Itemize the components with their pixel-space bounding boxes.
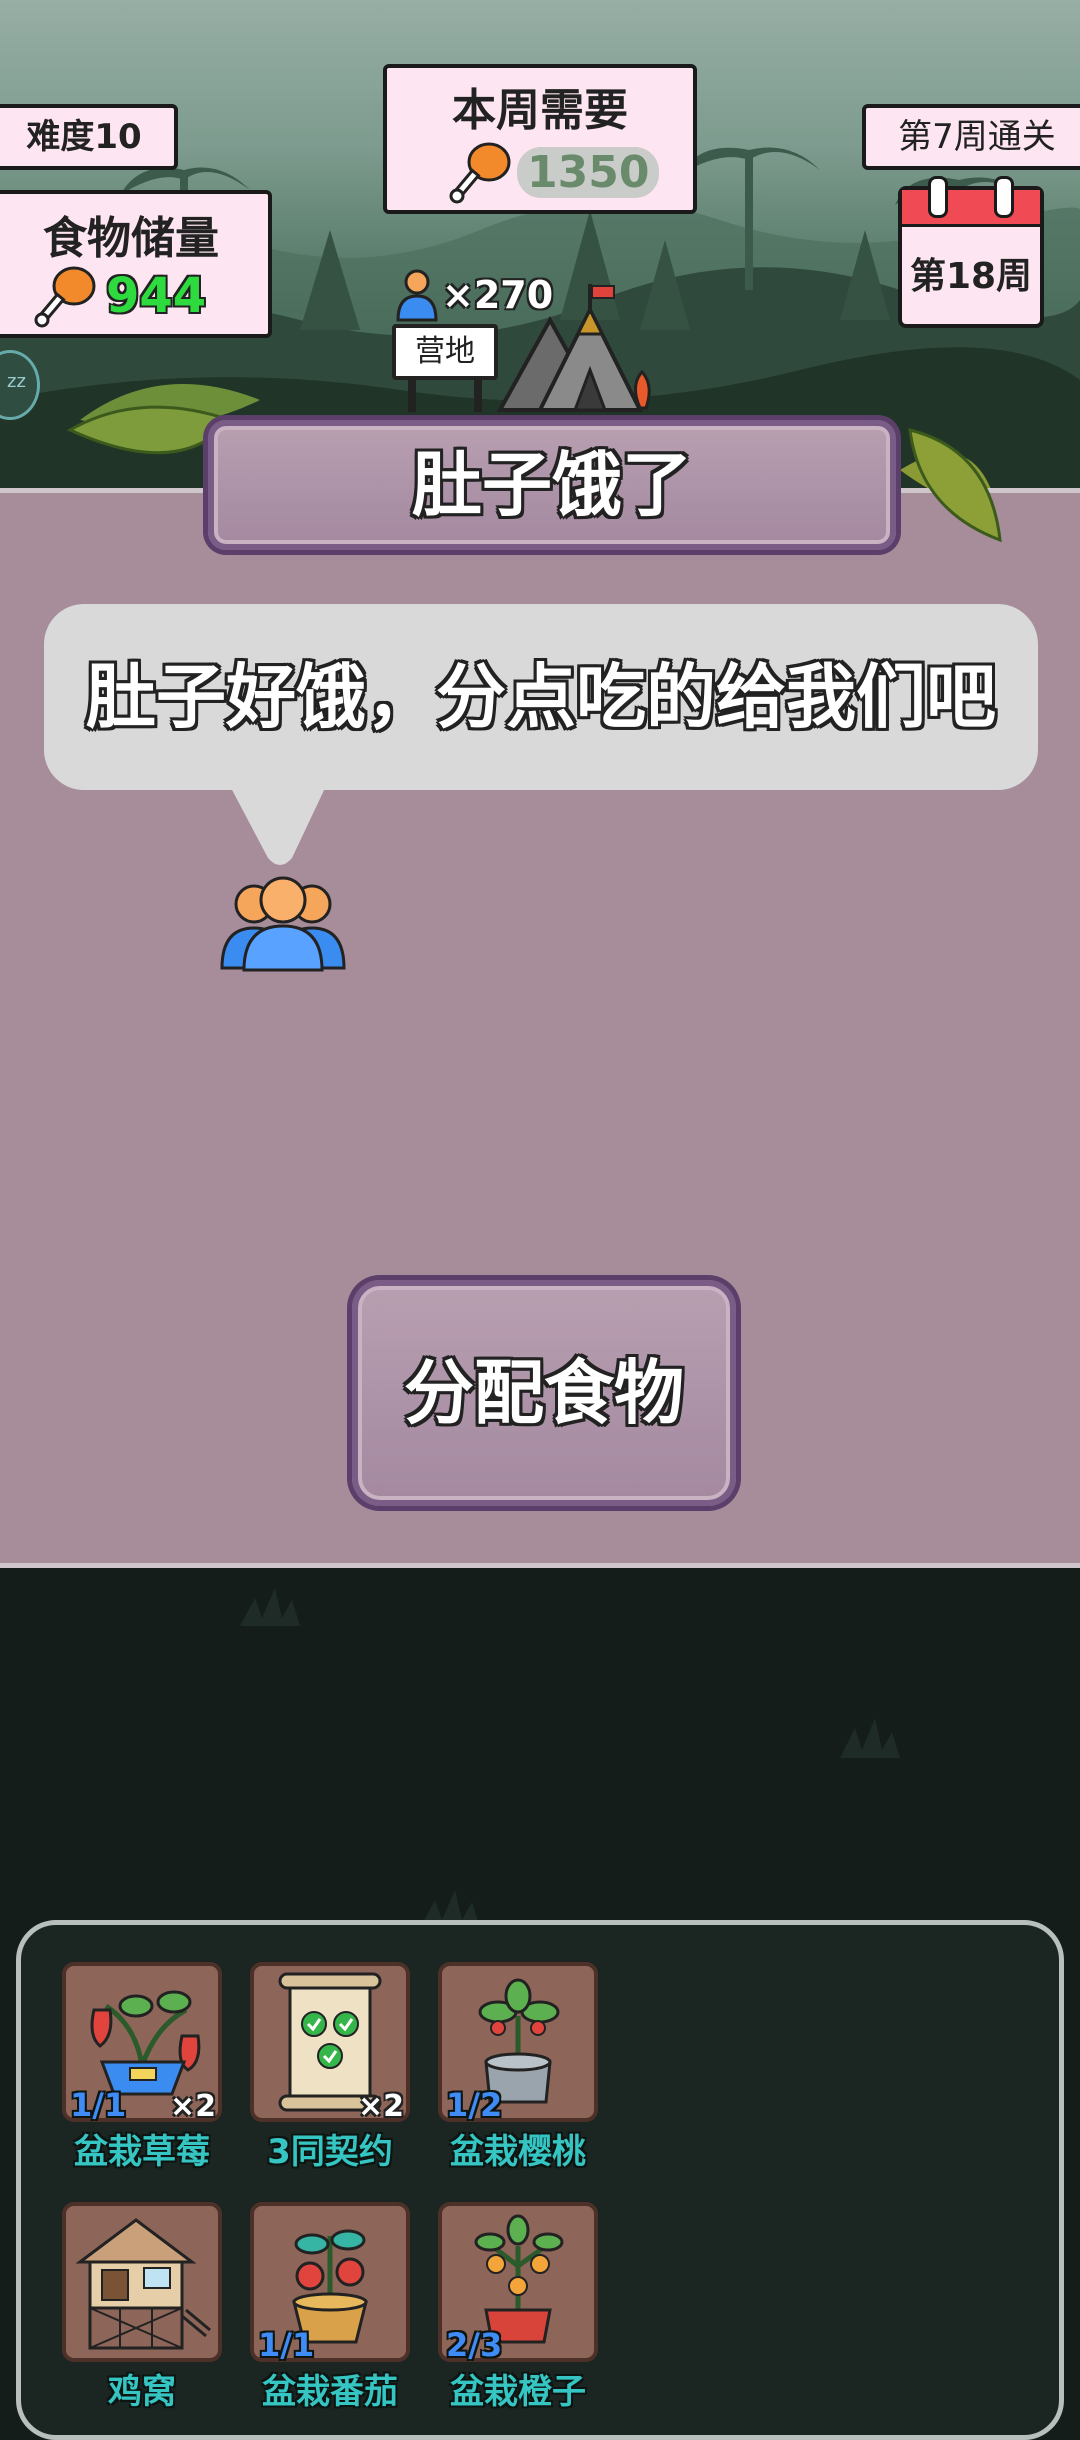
event-title: 肚子饿了 xyxy=(412,444,692,526)
speech-bubble-tail xyxy=(230,786,326,865)
camp-label: 营地 xyxy=(415,334,475,369)
chicken-coop-icon xyxy=(75,2218,211,2350)
slot-label: 鸡窝 xyxy=(108,2372,176,2412)
drumstick-icon xyxy=(34,266,96,328)
slot-label: 盆栽草莓 xyxy=(74,2132,210,2172)
weekly-need-value: 1350 xyxy=(517,146,660,198)
food-storage-value: 944 xyxy=(106,268,207,324)
inventory-slot-strawberry[interactable]: 1/1 ×2 xyxy=(62,1962,222,2124)
inventory-slot-chicken-coop[interactable] xyxy=(62,2202,222,2362)
slot-count: 2/3 xyxy=(446,2326,503,2364)
clear-week-text: 第7周通关 xyxy=(898,117,1056,157)
slot-multiplier: ×2 xyxy=(169,2089,216,2124)
difficulty-badge: 难度10 xyxy=(0,104,178,170)
slot-count: 1/2 xyxy=(446,2086,503,2124)
weekly-need-card: 本周需要 1350 xyxy=(383,64,697,214)
slot-multiplier: ×2 xyxy=(357,2089,404,2124)
food-storage-card: 食物储量 944 xyxy=(0,190,272,338)
difficulty-text: 难度10 xyxy=(26,117,142,157)
speech-text: 肚子好饿，分点吃的给我们吧 xyxy=(86,656,996,738)
inventory-slot-contract[interactable]: ×2 xyxy=(250,1962,410,2124)
inventory-slot-tomato[interactable]: 1/1 xyxy=(250,2202,410,2364)
food-storage-label: 食物储量 xyxy=(43,213,219,264)
villagers-icon xyxy=(220,876,346,972)
clear-week-badge: 第7周通关 xyxy=(862,104,1080,170)
weekly-need-label: 本周需要 xyxy=(452,85,628,136)
calendar-icon[interactable]: 第18周 xyxy=(898,176,1044,328)
speech-bubble: 肚子好饿，分点吃的给我们吧 xyxy=(44,604,1038,790)
distribute-food-button[interactable]: 分配食物 xyxy=(352,1280,736,1506)
slot-count: 1/1 xyxy=(70,2086,127,2124)
slot-label: 盆栽樱桃 xyxy=(450,2132,586,2172)
event-title-plaque: 肚子饿了 xyxy=(208,420,896,550)
drumstick-icon xyxy=(449,142,511,204)
person-icon xyxy=(396,269,438,322)
distribute-food-label: 分配食物 xyxy=(404,1352,684,1434)
slot-label: 盆栽橙子 xyxy=(450,2372,586,2412)
current-week-text: 第18周 xyxy=(909,256,1033,297)
inventory-slot-cherry[interactable]: 1/2 xyxy=(438,1962,598,2124)
inventory-slot-orange[interactable]: 2/3 xyxy=(438,2202,598,2364)
slot-count: 1/1 xyxy=(258,2326,315,2364)
slot-label: 盆栽番茄 xyxy=(262,2372,398,2412)
slot-label: 3同契约 xyxy=(267,2132,393,2172)
